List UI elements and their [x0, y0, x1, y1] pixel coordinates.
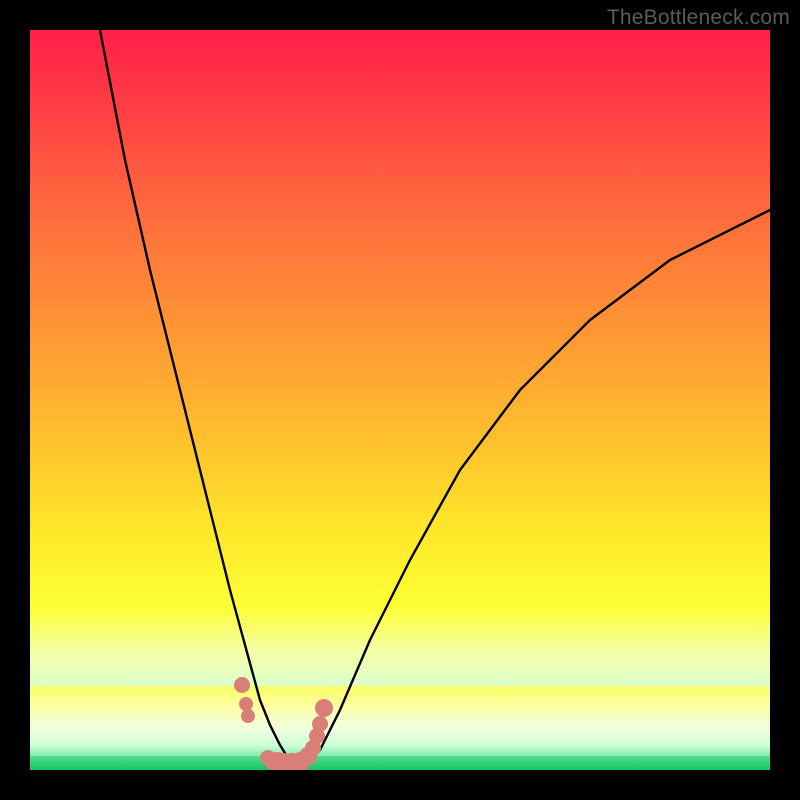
highlight-dot — [241, 709, 255, 723]
watermark-text: TheBottleneck.com — [607, 6, 790, 30]
highlight-dot — [234, 677, 250, 693]
highlight-dot — [239, 697, 253, 711]
chart-svg — [30, 30, 770, 770]
plot-area — [30, 30, 770, 770]
highlight-dot — [315, 699, 333, 717]
highlight-dot — [312, 716, 328, 732]
outer-frame: TheBottleneck.com — [0, 0, 800, 800]
bottleneck-curve — [100, 30, 770, 764]
highlight-dots — [234, 677, 333, 770]
